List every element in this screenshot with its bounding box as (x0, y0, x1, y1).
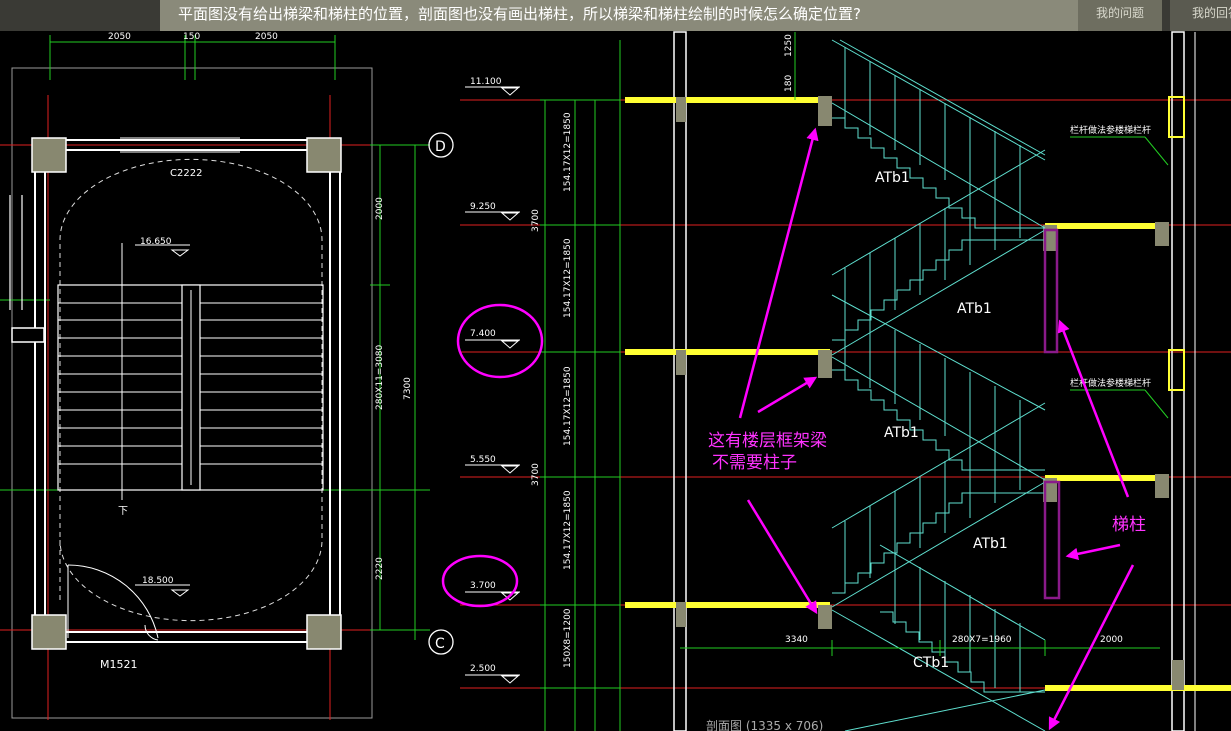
stair-plan-view: 2050 150 2050 C2222 16.650 18.500 下 M152… (0, 32, 454, 720)
elev-9250: 9.250 (470, 202, 496, 212)
flight-label-3: ATb1 (884, 425, 919, 441)
dim-2000: 2000 (1100, 635, 1123, 645)
arrow-to-mid-beam (757, 376, 818, 414)
arrow-to-upper-column (1057, 319, 1130, 498)
section-vdim-1: 154.17X12=1850 (563, 112, 573, 192)
section-caption: 剖面图 (1335 x 706) (706, 719, 823, 731)
flight-label-2: ATb1 (957, 301, 992, 317)
arrow-to-lower-column (1065, 543, 1121, 561)
plan-dim-top-mid: 150 (183, 32, 200, 42)
plan-down-label: 下 (118, 506, 128, 517)
plan-door-label: M1521 (100, 658, 138, 671)
plan-dim-r4: 2220 (375, 557, 385, 580)
plan-dim-r1: 2000 (375, 197, 385, 220)
flight-label-1: ATb1 (875, 170, 910, 186)
plan-dim-r3: 7300 (403, 377, 413, 400)
plan-dim-top-right: 2050 (255, 32, 278, 42)
plan-dim-r2: 280X11=3080 (375, 344, 385, 410)
flight-label-5: CTb1 (913, 655, 949, 671)
elev-5550: 5.550 (470, 455, 496, 465)
axis-d-label: D (435, 139, 446, 155)
question-title: 平面图没有给出梯梁和梯柱的位置，剖面图也没有画出梯柱，所以梯梁和梯柱绘制的时候怎… (160, 0, 1078, 31)
section-vdim-7: 150X8=1200 (563, 608, 573, 668)
arrow-to-bottom (1048, 564, 1135, 731)
dim-3340: 3340 (785, 635, 808, 645)
railing-note-1: 栏杆做法参楼梯栏杆 (1070, 124, 1151, 136)
section-vdim-4: 154.17X12=1850 (563, 366, 573, 446)
tab-my-answers[interactable]: 我的回答 (1170, 0, 1231, 31)
arrow-to-lower-beam (746, 499, 818, 615)
arrow-to-upper-beam (738, 127, 819, 419)
stair-section-view: 154.17X12=1850 3700 154.17X12=1850 154.1… (441, 31, 1231, 731)
section-vdim-5: 3700 (531, 463, 541, 486)
flight-label-4: ATb1 (973, 536, 1008, 552)
elev-11100: 11.100 (470, 77, 502, 87)
plan-dim-top-left: 2050 (108, 32, 131, 42)
dim-1960: 280X7=1960 (952, 635, 1012, 645)
highlight-circle-7400 (456, 303, 544, 379)
tab-my-questions[interactable]: 我的问题 (1078, 0, 1162, 31)
stair-flights (831, 39, 1046, 731)
elev-3700: 3.700 (470, 581, 496, 591)
beam-note-line1: 这有楼层框架梁 (708, 431, 827, 451)
dim-180: 180 (784, 75, 794, 92)
axis-c-label: C (435, 636, 445, 652)
column-note: 梯柱 (1112, 515, 1146, 535)
plan-stair-treads (57, 243, 324, 500)
plan-elev-bottom: 18.500 (142, 576, 174, 586)
section-vdim-6: 154.17X12=1850 (563, 490, 573, 570)
section-vdim-3: 154.17X12=1850 (563, 238, 573, 318)
dim-1250: 1250 (784, 34, 794, 57)
elev-7400: 7.400 (470, 329, 496, 339)
floor-beams (625, 96, 1231, 691)
elev-2500: 2.500 (470, 664, 496, 674)
plan-elev-top: 16.650 (140, 237, 172, 247)
plan-window-label: C2222 (170, 168, 202, 179)
cad-drawing-canvas: 2050 150 2050 C2222 16.650 18.500 下 M152… (0, 31, 1231, 731)
beam-note-line2: 不需要柱子 (712, 453, 797, 473)
section-vdim-2: 3700 (531, 209, 541, 232)
